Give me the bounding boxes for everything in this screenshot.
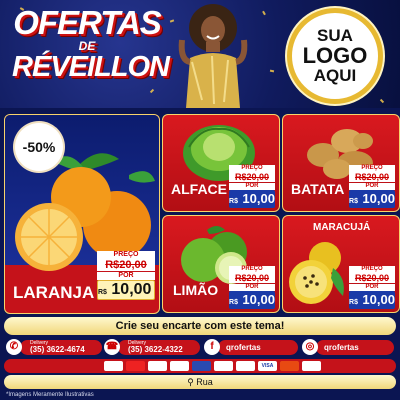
price-value: 10,00 <box>111 281 152 298</box>
phone-icon: ☎ <box>104 339 120 355</box>
contact-value: (35) 3622-4674 <box>30 345 85 354</box>
contact-pill: Delivery (35) 3622-4674 <box>20 340 102 355</box>
facebook-icon: f <box>204 339 220 355</box>
whatsapp-icon: ✆ <box>6 339 22 355</box>
passion-fruit-image <box>289 242 344 304</box>
por-label: POR <box>229 183 275 190</box>
price-value: 10,00 <box>242 292 275 307</box>
visa-icon: VISA <box>258 361 277 371</box>
contact-value: qrofertas <box>226 343 261 352</box>
new-price: R$ 10,00 <box>349 190 395 208</box>
facebook-contact: qrofertas f <box>204 338 298 358</box>
price-label: PREÇO <box>229 165 275 172</box>
currency: R$ <box>229 198 238 205</box>
new-price: R$ 10,00 <box>229 291 275 309</box>
address-bar: ⚲ Rua <box>4 375 396 389</box>
logo-text-2: LOGO <box>302 43 368 68</box>
por-label: POR <box>229 284 275 291</box>
price-box: PREÇO R$20,00 POR R$ 10,00 <box>229 165 275 208</box>
currency: R$ <box>349 299 358 306</box>
old-price: R$20,00 <box>97 259 155 271</box>
payment-card-icon <box>126 361 145 371</box>
whatsapp-contact: Delivery (35) 3622-4674 ✆ <box>6 338 102 358</box>
discount-badge: -50% <box>15 123 63 171</box>
flyer: OFERTAS DE RÉVEILLON SUA LOGO AQUI -50% … <box>0 0 400 400</box>
old-price: R$20,00 <box>229 273 275 283</box>
price-value: 10,00 <box>242 191 275 206</box>
confetti <box>269 69 275 73</box>
location-pin-icon: ⚲ <box>187 377 194 387</box>
price-label: PREÇO <box>229 266 275 273</box>
title-line-3: RÉVEILLON <box>12 51 170 83</box>
confetti <box>379 98 385 104</box>
currency: R$ <box>98 289 107 296</box>
contact-value: qrofertas <box>324 343 359 352</box>
payment-card-icon <box>170 361 189 371</box>
promo-banner: Crie seu encarte com este tema! <box>4 317 396 335</box>
price-box: PREÇO R$20,00 POR R$ 10,00 <box>349 266 395 309</box>
disclaimer: *Imagens Meramente Ilustrativas <box>6 392 94 398</box>
price-box: PREÇO R$20,00 POR R$ 10,00 <box>229 266 275 309</box>
title-line-1: OFERTAS <box>13 4 162 41</box>
product-name: ALFACE <box>171 181 227 197</box>
price-box: PREÇO R$20,00 POR R$ 10,00 KG <box>97 251 155 300</box>
new-price: R$ 10,00 <box>349 291 395 309</box>
product-name: LIMÃO <box>173 282 219 298</box>
product-name: LARANJA <box>13 283 95 302</box>
por-label: POR <box>349 183 395 190</box>
logo-placeholder: SUA LOGO AQUI <box>287 8 383 104</box>
price-value: 10,00 <box>362 191 395 206</box>
product-card-batata: BATATA PREÇO R$20,00 POR R$ 10,00 <box>282 114 400 212</box>
instagram-icon: ◎ <box>302 339 318 355</box>
contact-pill: Delivery (35) 3622-4322 <box>118 340 200 355</box>
confetti <box>149 88 155 94</box>
payment-card-icon <box>104 361 123 371</box>
model-photo <box>178 4 248 108</box>
payment-card-icon <box>302 361 321 371</box>
product-name: BATATA <box>291 181 345 197</box>
address-text: Rua <box>196 377 213 387</box>
logo-text-3: AQUI <box>313 66 357 85</box>
contact-pill: qrofertas <box>316 340 394 355</box>
price-value: 10,00 <box>362 292 395 307</box>
por-label: POR <box>349 284 395 291</box>
product-card-limao: LIMÃO PREÇO R$20,00 POR R$ 10,00 <box>162 215 280 313</box>
currency: R$ <box>349 198 358 205</box>
payment-card-icon <box>214 361 233 371</box>
contact-bar: Delivery (35) 3622-4674 ✆ Delivery (35) … <box>0 338 400 358</box>
payment-methods: VISA <box>4 359 396 373</box>
payment-card-icon <box>280 361 299 371</box>
confetti <box>262 10 266 16</box>
product-card-alface: ALFACE PREÇO R$20,00 POR R$ 10,00 <box>162 114 280 212</box>
old-price: R$20,00 <box>349 172 395 182</box>
header: OFERTAS DE RÉVEILLON SUA LOGO AQUI <box>0 0 400 108</box>
product-card-laranja: -50% PREÇO R$20,00 POR R$ 10,00 KG LARAN… <box>4 114 160 314</box>
phone-contact: Delivery (35) 3622-4322 ☎ <box>104 338 200 358</box>
payment-card-icon <box>192 361 211 371</box>
contact-pill: qrofertas <box>218 340 298 355</box>
contact-value: (35) 3622-4322 <box>128 345 183 354</box>
price-box: PREÇO R$20,00 POR R$ 10,00 <box>349 165 395 208</box>
new-price: R$ 10,00 KG <box>97 280 155 300</box>
new-price: R$ 10,00 <box>229 190 275 208</box>
old-price: R$20,00 <box>229 172 275 182</box>
price-label: PREÇO <box>97 251 155 259</box>
price-label: PREÇO <box>349 165 395 172</box>
flyer-title: OFERTAS DE RÉVEILLON <box>12 4 170 83</box>
payment-card-icon <box>236 361 255 371</box>
payment-card-icon <box>148 361 167 371</box>
product-card-maracuja: MARACUJÁ PREÇO R$20,00 POR R$ 10,00 <box>282 215 400 313</box>
por-label: POR <box>97 272 155 280</box>
currency: R$ <box>229 299 238 306</box>
instagram-contact: qrofertas ◎ <box>302 338 396 358</box>
product-name: MARACUJÁ <box>313 222 371 233</box>
old-price: R$20,00 <box>349 273 395 283</box>
price-label: PREÇO <box>349 266 395 273</box>
